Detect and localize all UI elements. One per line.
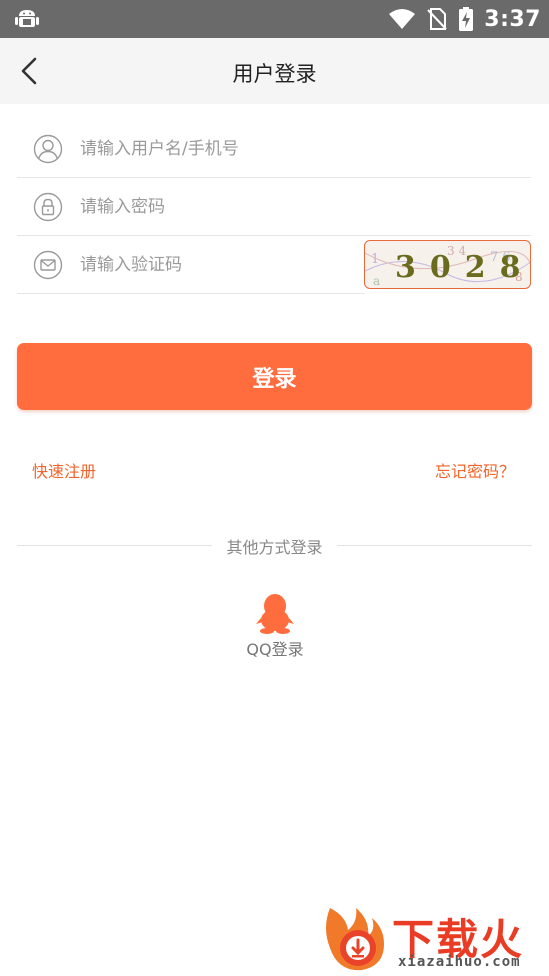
divider-right xyxy=(337,545,532,546)
no-sim-icon xyxy=(427,8,447,30)
register-link[interactable]: 快速注册 xyxy=(32,458,96,482)
qq-penguin-icon xyxy=(256,594,294,634)
captcha-input[interactable] xyxy=(80,250,340,280)
battery-charging-icon xyxy=(459,7,474,31)
android-debug-icon xyxy=(15,10,39,27)
captcha-image[interactable]: 1 3 4 7 6 a 8 3028 xyxy=(364,240,531,289)
qq-login-button[interactable]: QQ登录 xyxy=(234,590,316,660)
qq-login-label: QQ登录 xyxy=(246,640,304,659)
watermark-url: xiazaihuo.com xyxy=(398,954,521,970)
lock-icon xyxy=(33,192,63,222)
watermark-logo: 下载火 xiazaihuo.com xyxy=(318,900,549,976)
status-bar: 3:37 xyxy=(0,0,549,38)
wifi-icon xyxy=(389,9,416,29)
noise-glyph-4: a xyxy=(373,274,380,288)
app-header: 用户登录 xyxy=(0,38,549,104)
password-input[interactable] xyxy=(80,192,340,222)
captcha-code: 3028 xyxy=(395,250,531,285)
login-button[interactable]: 登录 xyxy=(17,343,532,410)
username-field xyxy=(17,120,531,178)
captcha-noise: 1 3 4 7 6 a 8 3028 xyxy=(365,244,531,288)
flame-logo-icon xyxy=(326,908,384,971)
status-time: 3:37 xyxy=(484,6,541,32)
other-login-label: 其他方式登录 xyxy=(226,538,323,557)
user-icon xyxy=(33,134,63,164)
captcha-field xyxy=(17,236,365,294)
forgot-password-link[interactable]: 忘记密码？ xyxy=(435,458,515,482)
password-field xyxy=(17,178,531,236)
page-title: 用户登录 xyxy=(232,62,317,86)
mail-icon xyxy=(33,250,63,280)
username-input[interactable] xyxy=(80,134,340,164)
